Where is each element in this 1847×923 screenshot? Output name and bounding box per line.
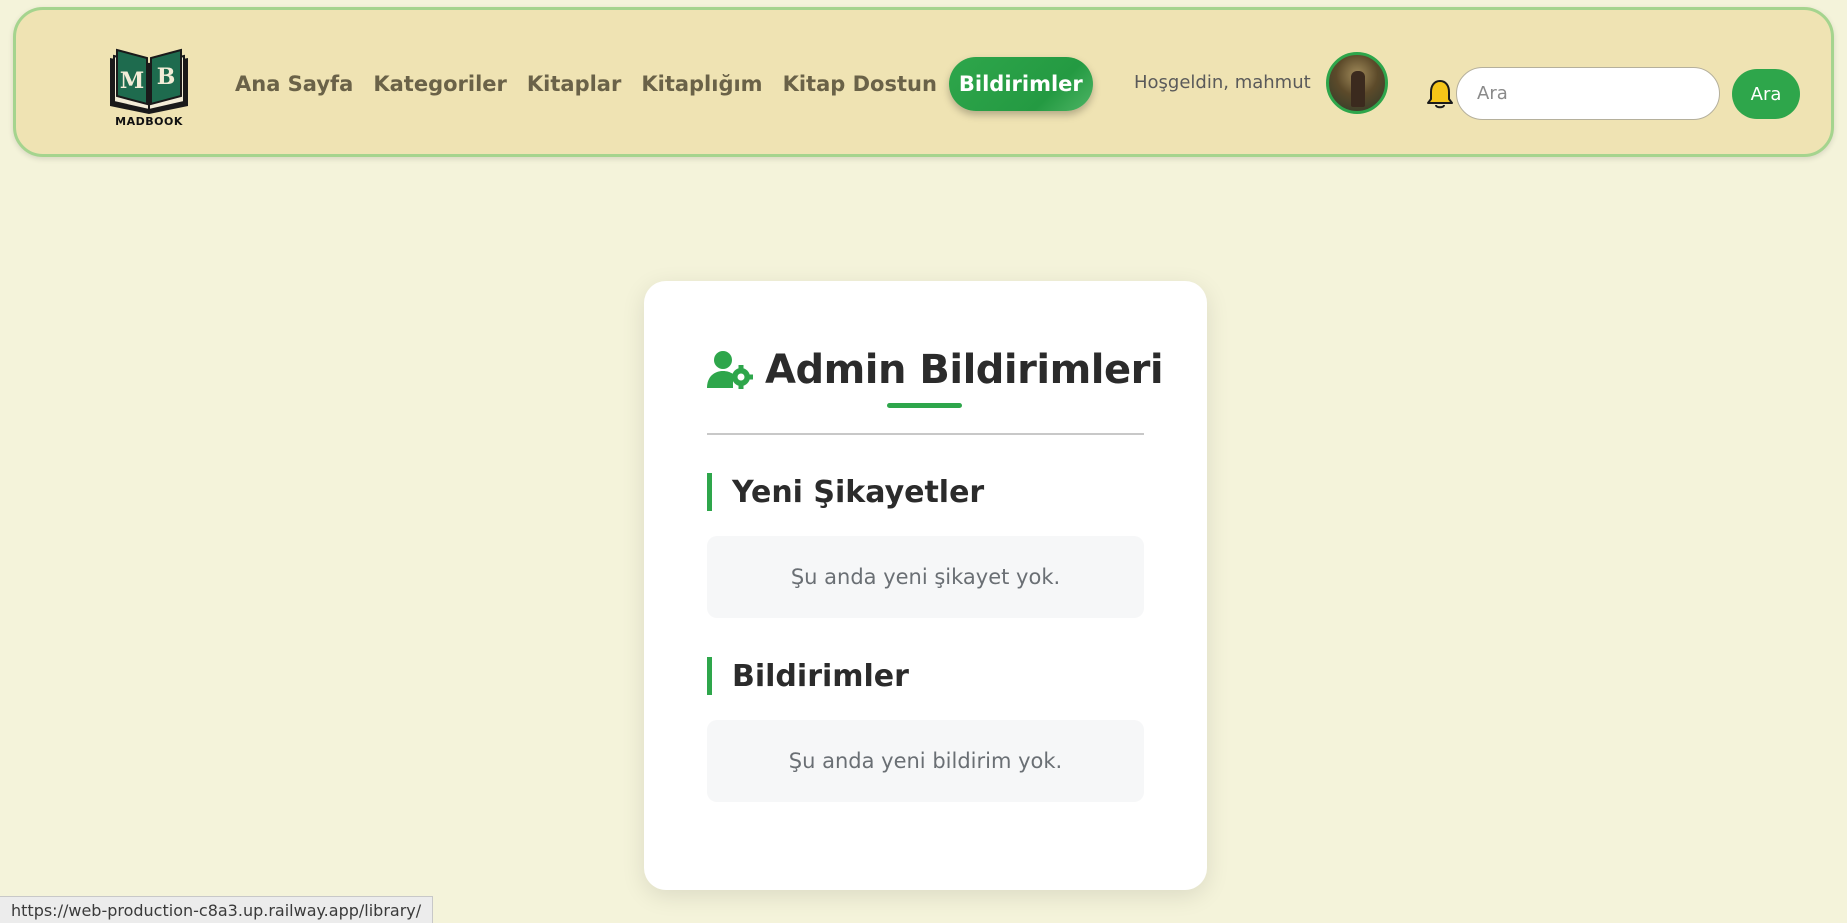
logo-wordmark: MADBOOK — [115, 115, 183, 128]
notifications-empty-message: Şu anda yeni bildirim yok. — [707, 720, 1144, 802]
title-underline — [887, 403, 962, 408]
top-navbar: M B MADBOOK Ana Sayfa Kategoriler Kitapl… — [13, 7, 1834, 157]
nav-link-kitap-dostun[interactable]: Kitap Dostun — [773, 72, 947, 96]
status-bar-url: https://web-production-c8a3.up.railway.a… — [0, 896, 434, 923]
section-heading-notifications: Bildirimler — [707, 657, 909, 695]
section-heading-complaints: Yeni Şikayetler — [707, 473, 984, 511]
search-input[interactable] — [1456, 67, 1720, 120]
avatar-figure — [1351, 71, 1365, 107]
search-button[interactable]: Ara — [1732, 69, 1800, 119]
nav-link-kitaplar[interactable]: Kitaplar — [517, 72, 631, 96]
main-nav: Ana Sayfa Kategoriler Kitaplar Kitaplığı… — [225, 54, 1093, 114]
book-logo-icon: M B — [110, 48, 188, 114]
admin-notifications-card: Admin Bildirimleri Yeni Şikayetler Şu an… — [644, 281, 1207, 890]
page-title: Admin Bildirimleri — [765, 347, 1164, 393]
nav-link-bildirimler[interactable]: Bildirimler — [948, 57, 1093, 111]
user-avatar[interactable] — [1326, 52, 1388, 114]
logo-monogram-m: M — [120, 68, 144, 94]
user-gear-icon — [707, 351, 753, 389]
logo-monogram-b: B — [157, 64, 176, 90]
madbook-logo[interactable]: M B MADBOOK — [104, 44, 194, 134]
title-divider — [707, 433, 1144, 435]
nav-link-kategoriler[interactable]: Kategoriler — [363, 72, 517, 96]
card-title-row: Admin Bildirimleri — [707, 345, 1164, 395]
nav-link-ana-sayfa[interactable]: Ana Sayfa — [225, 72, 363, 96]
welcome-text: Hoşgeldin, mahmut — [1134, 72, 1311, 93]
nav-link-kitapligim[interactable]: Kitaplığım — [631, 72, 772, 96]
complaints-empty-message: Şu anda yeni şikayet yok. — [707, 536, 1144, 618]
bell-icon[interactable] — [1426, 78, 1454, 110]
